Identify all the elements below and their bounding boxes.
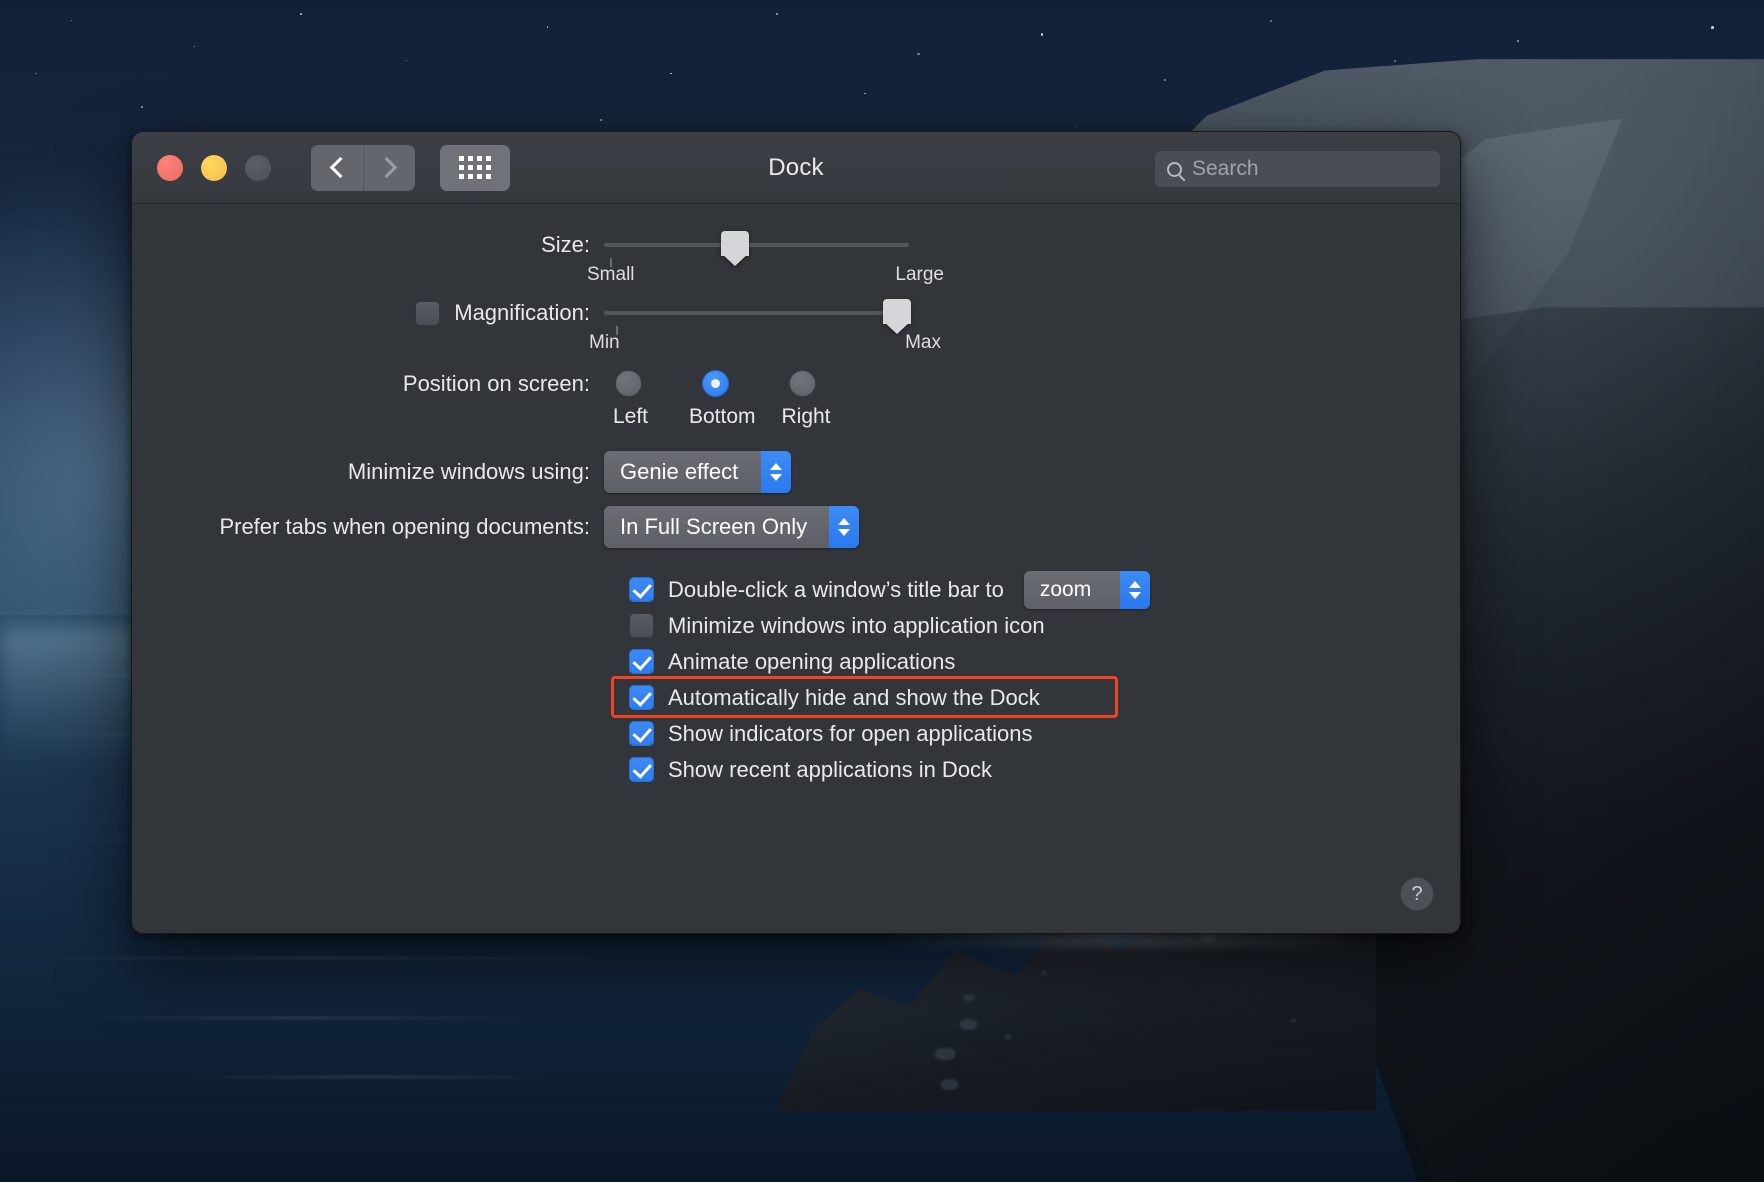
search-field[interactable]: Search xyxy=(1155,151,1440,187)
magnification-label: Magnification: xyxy=(454,300,590,326)
position-radio-left[interactable] xyxy=(615,370,642,397)
minimize-into-icon-label: Minimize windows into application icon xyxy=(668,613,1045,639)
magnification-checkbox[interactable] xyxy=(415,301,440,326)
auto-hide-dock-checkbox[interactable] xyxy=(629,685,654,710)
forward-button[interactable] xyxy=(363,145,415,191)
size-max-label: Large xyxy=(895,264,944,286)
double-click-checkbox[interactable] xyxy=(629,577,654,602)
search-icon xyxy=(1167,162,1182,177)
position-radio-right[interactable] xyxy=(789,370,816,397)
checkbox-row-show-recent: Show recent applications in Dock xyxy=(629,754,1460,785)
show-recent-apps-checkbox[interactable] xyxy=(629,757,654,782)
magnification-min-label: Min xyxy=(589,332,620,354)
minimize-effect-row: Minimize windows using: Genie effect xyxy=(132,451,1460,493)
magnification-slider-thumb[interactable] xyxy=(883,299,911,324)
magnification-endlabels-row: Min Max xyxy=(132,326,1460,358)
grid-icon xyxy=(459,156,491,179)
checkbox-row-animate-opening: Animate opening applications xyxy=(629,646,1460,677)
chevron-left-icon xyxy=(329,157,350,178)
size-slider-track xyxy=(604,243,909,247)
show-indicators-label: Show indicators for open applications xyxy=(668,721,1032,747)
search-placeholder: Search xyxy=(1192,157,1259,181)
double-click-action-value: zoom xyxy=(1040,578,1105,602)
size-endlabels-row: Small Large xyxy=(132,258,1460,290)
chevron-updown-icon[interactable] xyxy=(1120,571,1150,609)
position-label-bottom: Bottom xyxy=(689,405,747,429)
position-radio-group xyxy=(604,370,816,397)
size-slider-thumb[interactable] xyxy=(721,231,749,256)
close-button[interactable] xyxy=(157,155,183,181)
options-checklist: Double-click a window’s title bar to zoo… xyxy=(132,574,1460,785)
window-titlebar: Dock Search xyxy=(132,132,1460,204)
position-label: Position on screen: xyxy=(132,371,604,397)
minimize-effect-label: Minimize windows using: xyxy=(132,459,604,485)
size-label: Size: xyxy=(132,232,604,258)
size-slider[interactable] xyxy=(604,234,909,256)
position-row: Position on screen: xyxy=(132,370,1460,397)
minimize-effect-value: Genie effect xyxy=(620,459,752,485)
show-all-button[interactable] xyxy=(440,145,510,191)
chevron-updown-icon[interactable] xyxy=(761,451,791,493)
chevron-right-icon xyxy=(376,157,397,178)
prefer-tabs-popup[interactable]: In Full Screen Only xyxy=(604,506,859,548)
help-button[interactable]: ? xyxy=(1400,877,1434,911)
preferences-content: Size: Small Large Magnification: Min Max… xyxy=(132,204,1460,933)
position-radio-bottom[interactable] xyxy=(702,370,729,397)
checkbox-row-auto-hide: Automatically hide and show the Dock xyxy=(629,682,1460,713)
magnification-label-group: Magnification: xyxy=(132,300,604,326)
chevron-updown-icon[interactable] xyxy=(829,506,859,548)
magnification-slider-track xyxy=(604,311,909,315)
traffic-light-group xyxy=(157,155,271,181)
animate-opening-label: Animate opening applications xyxy=(668,649,955,675)
position-labels-row: Left Bottom Right xyxy=(132,397,1460,429)
show-indicators-checkbox[interactable] xyxy=(629,721,654,746)
checkbox-row-double-click: Double-click a window’s title bar to zoo… xyxy=(629,574,1460,605)
show-recent-apps-label: Show recent applications in Dock xyxy=(668,757,992,783)
system-preferences-window: Dock Search Size: Small Large Magnificat… xyxy=(131,131,1461,934)
back-button[interactable] xyxy=(311,145,363,191)
double-click-action-popup[interactable]: zoom xyxy=(1024,571,1150,609)
magnification-row: Magnification: xyxy=(132,300,1460,326)
size-endlabels: Small Large xyxy=(604,258,909,290)
zoom-button[interactable] xyxy=(245,155,271,181)
position-option-labels: Left Bottom Right xyxy=(602,397,835,429)
minimize-effect-popup[interactable]: Genie effect xyxy=(604,451,791,493)
size-row: Size: xyxy=(132,232,1460,258)
minimize-button[interactable] xyxy=(201,155,227,181)
animate-opening-checkbox[interactable] xyxy=(629,649,654,674)
minimize-into-icon-checkbox[interactable] xyxy=(629,613,654,638)
prefer-tabs-label: Prefer tabs when opening documents: xyxy=(132,514,604,540)
magnification-slider[interactable] xyxy=(604,302,909,324)
double-click-label: Double-click a window’s title bar to xyxy=(668,577,1004,603)
position-label-right: Right xyxy=(777,405,835,429)
position-label-left: Left xyxy=(602,405,659,429)
prefer-tabs-value: In Full Screen Only xyxy=(620,514,821,540)
auto-hide-dock-label: Automatically hide and show the Dock xyxy=(668,685,1040,711)
checkbox-row-minimize-into-icon: Minimize windows into application icon xyxy=(629,610,1460,641)
magnification-max-label: Max xyxy=(905,332,941,354)
navigation-button-group xyxy=(311,145,415,191)
magnification-endlabels: Min Max xyxy=(604,326,909,358)
checkbox-row-show-indicators: Show indicators for open applications xyxy=(629,718,1460,749)
prefer-tabs-row: Prefer tabs when opening documents: In F… xyxy=(132,506,1460,548)
size-min-label: Small xyxy=(587,264,635,286)
